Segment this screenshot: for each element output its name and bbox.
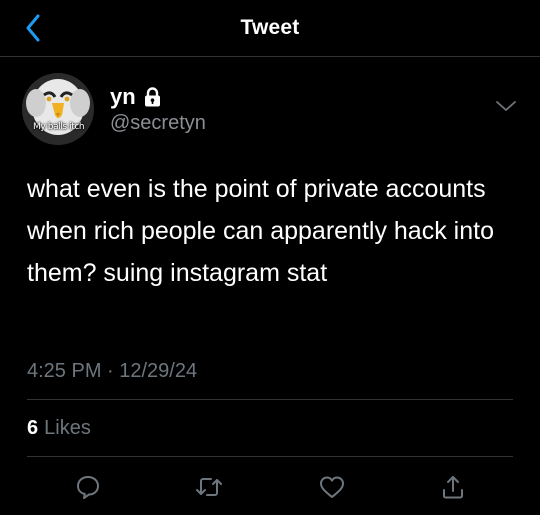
retweet-icon xyxy=(196,478,222,496)
avatar[interactable]: My balls itch xyxy=(22,73,94,145)
header-bar: Tweet xyxy=(0,0,540,57)
reply-icon xyxy=(77,476,99,499)
retweet-button[interactable] xyxy=(194,472,224,502)
author-handle[interactable]: @secretyn xyxy=(110,112,206,135)
likes-summary[interactable]: 6 Likes xyxy=(27,417,91,440)
display-name[interactable]: yn xyxy=(110,84,136,110)
like-button[interactable] xyxy=(317,472,347,502)
lock-icon xyxy=(144,87,160,107)
eagle-image xyxy=(22,73,94,145)
share-icon xyxy=(443,476,463,499)
divider xyxy=(27,456,513,457)
avatar-caption: My balls itch xyxy=(33,122,85,132)
share-button[interactable] xyxy=(438,472,468,502)
likes-count: 6 xyxy=(27,417,39,439)
author-name-row[interactable]: yn xyxy=(110,84,161,110)
more-options-button[interactable] xyxy=(494,97,518,117)
likes-label: Likes xyxy=(44,417,91,439)
tweet-timestamp[interactable]: 4:25 PM · 12/29/24 xyxy=(27,360,197,383)
tweet-text: what even is the point of private accoun… xyxy=(27,175,494,287)
divider xyxy=(27,399,513,400)
like-icon xyxy=(320,476,344,498)
reply-button[interactable] xyxy=(73,472,103,502)
page-title: Tweet xyxy=(240,16,300,39)
chevron-down-icon xyxy=(496,101,516,111)
